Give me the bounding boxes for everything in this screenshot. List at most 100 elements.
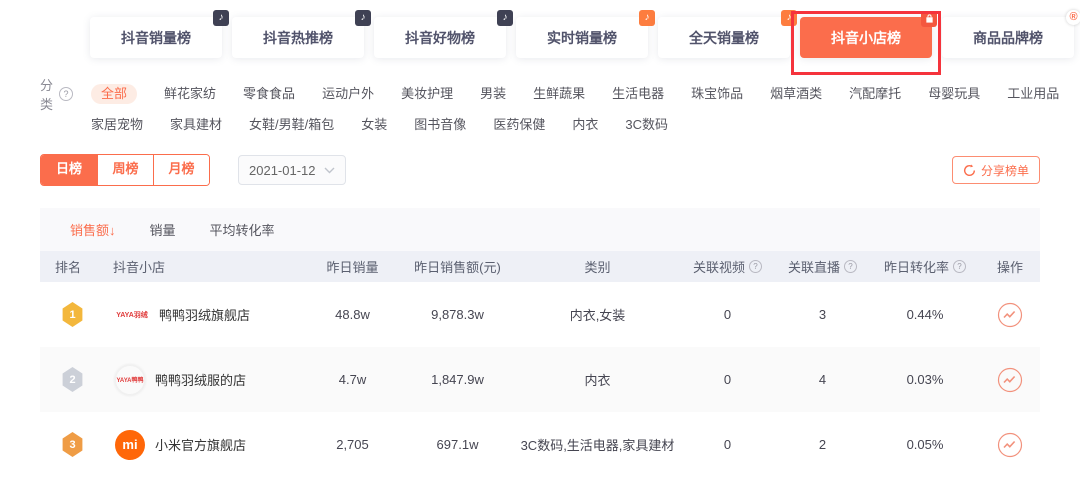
shop-name[interactable]: 小米官方旗舰店	[155, 435, 246, 454]
period-tab-group: 日榜周榜月榜	[40, 154, 210, 186]
shop-name[interactable]: 鸭鸭羽绒服的店	[155, 370, 246, 389]
category-item[interactable]: 内衣	[572, 115, 598, 135]
rank-cell: 3	[40, 432, 105, 457]
category-item[interactable]: 烟草酒类	[770, 84, 822, 104]
sort-tab[interactable]: 销量	[150, 220, 176, 239]
videos-cell: 0	[680, 437, 775, 452]
category-item[interactable]: 女鞋/男鞋/箱包	[249, 115, 334, 135]
douyin-note-icon: ♪	[355, 10, 371, 26]
ranking-type-tab[interactable]: 抖音好物榜 ♪	[374, 17, 506, 58]
category-item[interactable]: 生活电器	[612, 84, 664, 104]
table-header-row: 排名抖音小店昨日销量昨日销售额(元)类别关联视频?关联直播?昨日转化率?操作	[40, 251, 1040, 282]
trend-chart-button[interactable]	[997, 367, 1023, 393]
shop-bag-icon	[921, 11, 937, 27]
category-line-2: 家居宠物 家具建材 女鞋/男鞋/箱包 女装 图书音像 医药保健 内衣 3C数码	[91, 115, 1059, 135]
table-row[interactable]: 1 YAYA羽绒 鸭鸭羽绒旗舰店 48.8w 9,878.3w 内衣,女装 0 …	[40, 282, 1040, 347]
ranking-type-tab[interactable]: 抖音热推榜 ♪	[232, 17, 364, 58]
category-item[interactable]: 家具建材	[170, 115, 222, 135]
sort-tab[interactable]: 平均转化率	[210, 220, 275, 239]
shop-name[interactable]: 鸭鸭羽绒旗舰店	[159, 305, 250, 324]
sales-cell: 2,705	[305, 437, 400, 452]
period-tab[interactable]: 日榜	[41, 155, 97, 185]
category-item[interactable]: 医药保健	[493, 115, 545, 135]
category-item[interactable]: 家居宠物	[91, 115, 143, 135]
rank-medal-icon: 1	[62, 302, 84, 327]
share-ranking-button[interactable]: 分享榜单	[952, 156, 1040, 184]
action-cell	[980, 367, 1040, 393]
category-item[interactable]: 女装	[361, 115, 387, 135]
category-item[interactable]: 图书音像	[414, 115, 466, 135]
rank-cell: 1	[40, 302, 105, 327]
category-item[interactable]: 男装	[480, 84, 506, 104]
column-header: 关联直播?	[775, 257, 870, 276]
category-item[interactable]: 珠宝饰品	[691, 84, 743, 104]
category-item[interactable]: 工业用品	[1007, 84, 1059, 104]
category-item[interactable]: 美妆护理	[401, 84, 453, 104]
category-item[interactable]: 汽配摩托	[849, 84, 901, 104]
category-line-1: 全部 鲜花家纺 零食食品 运动户外 美妆护理 男装 生鲜蔬果 生活电器 珠宝饰品 烟草酒类 汽配摩托…	[91, 84, 1059, 104]
category-item[interactable]: 3C数码	[625, 115, 668, 135]
conversion-cell: 0.44%	[870, 307, 980, 322]
category-item[interactable]: 母婴玩具	[928, 84, 980, 104]
date-value: 2021-01-12	[249, 163, 316, 178]
help-icon[interactable]: ?	[749, 260, 762, 273]
controls-row: 日榜周榜月榜 2021-01-12 分享榜单	[40, 154, 1040, 186]
share-icon	[963, 164, 976, 177]
tab-label: 全天销量榜	[689, 28, 759, 48]
amount-cell: 9,878.3w	[400, 307, 515, 322]
tab-label: 抖音销量榜	[121, 28, 191, 48]
lives-cell: 2	[775, 437, 870, 452]
ranking-type-tab[interactable]: 抖音销量榜 ♪	[90, 17, 222, 58]
registered-brand-icon: ®	[1066, 10, 1080, 25]
help-icon[interactable]: ?	[844, 260, 857, 273]
shop-cell: YAYA羽绒 鸭鸭羽绒旗舰店	[105, 305, 305, 324]
videos-cell: 0	[680, 372, 775, 387]
table-body: 1 YAYA羽绒 鸭鸭羽绒旗舰店 48.8w 9,878.3w 内衣,女装 0 …	[40, 282, 1040, 477]
douyin-note-icon: ♪	[213, 10, 229, 26]
tab-label: 抖音小店榜	[831, 28, 901, 48]
category-item[interactable]: 鲜花家纺	[164, 84, 216, 104]
column-header: 排名	[40, 257, 105, 276]
rank-medal-icon: 2	[62, 367, 84, 392]
period-tab[interactable]: 周榜	[97, 155, 153, 185]
sort-direction-icon: ↓	[109, 223, 116, 238]
trend-chart-button[interactable]	[997, 302, 1023, 328]
shop-cell: YAYA鸭鸭 鸭鸭羽绒服的店	[105, 365, 305, 395]
tab-label: 实时销量榜	[547, 28, 617, 48]
tab-label: 商品品牌榜	[973, 28, 1043, 48]
ranking-type-tab[interactable]: 商品品牌榜 ®	[942, 17, 1074, 58]
douyin-note-icon: ♪	[497, 10, 513, 26]
column-header: 关联视频?	[680, 257, 775, 276]
ranking-type-tab[interactable]: 实时销量榜 ♪	[516, 17, 648, 58]
conversion-cell: 0.03%	[870, 372, 980, 387]
help-icon[interactable]: ?	[59, 87, 73, 101]
category-item[interactable]: 运动户外	[322, 84, 374, 104]
category-item[interactable]: 全部	[91, 84, 137, 104]
category-item[interactable]: 零食食品	[243, 84, 295, 104]
category-cell: 3C数码,生活电器,家具建材	[515, 435, 680, 454]
amount-cell: 697.1w	[400, 437, 515, 452]
trend-chart-button[interactable]	[997, 432, 1023, 458]
period-tab[interactable]: 月榜	[153, 155, 209, 185]
sales-cell: 48.8w	[305, 307, 400, 322]
date-picker[interactable]: 2021-01-12	[238, 155, 346, 185]
sort-tab[interactable]: 销售额↓	[70, 220, 116, 239]
help-icon[interactable]: ?	[953, 260, 966, 273]
shop-logo: YAYA鸭鸭	[115, 365, 145, 395]
douyin-note-icon: ♪	[781, 10, 797, 26]
shop-logo: mi	[115, 430, 145, 460]
filter-label-text: 分类	[40, 75, 53, 113]
column-header: 操作	[980, 257, 1040, 276]
column-header: 昨日销量	[305, 257, 400, 276]
category-cell: 内衣,女装	[515, 305, 680, 324]
table-row[interactable]: 2 YAYA鸭鸭 鸭鸭羽绒服的店 4.7w 1,847.9w 内衣 0 4 0.…	[40, 347, 1040, 412]
shop-cell: mi 小米官方旗舰店	[105, 430, 305, 460]
lives-cell: 4	[775, 372, 870, 387]
category-item[interactable]: 生鲜蔬果	[533, 84, 585, 104]
conversion-cell: 0.05%	[870, 437, 980, 452]
ranking-type-tab[interactable]: 抖音小店榜	[800, 17, 932, 58]
ranking-panel: 销售额↓销量平均转化率 排名抖音小店昨日销量昨日销售额(元)类别关联视频?关联直…	[40, 208, 1040, 477]
table-row[interactable]: 3 mi 小米官方旗舰店 2,705 697.1w 3C数码,生活电器,家具建材…	[40, 412, 1040, 477]
ranking-type-tab[interactable]: 全天销量榜 ♪	[658, 17, 790, 58]
column-header: 昨日转化率?	[870, 257, 980, 276]
